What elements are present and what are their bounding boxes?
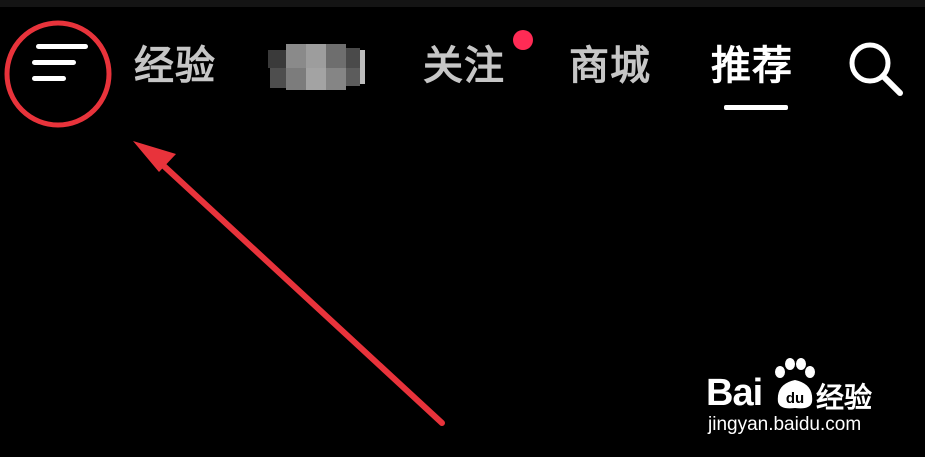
search-button[interactable]: [846, 38, 906, 98]
tab-experience[interactable]: 经验: [134, 40, 216, 92]
status-bar-strip: [0, 0, 925, 7]
notification-dot: [513, 30, 533, 50]
paw-logo-text: du: [786, 390, 804, 407]
baidu-jingyan-watermark: Bai du 经验 jingyan.baidu.com: [706, 358, 916, 438]
search-icon: [849, 42, 903, 96]
tab-recommend[interactable]: 推荐: [711, 40, 793, 92]
menu-button[interactable]: [26, 38, 92, 90]
tab-mall[interactable]: 商城: [569, 40, 651, 92]
active-tab-indicator: [724, 105, 788, 110]
app-screen: 经验 关注 商城 推荐 Bai du 经验 jingyan.baidu.com: [0, 0, 925, 457]
tab-follow[interactable]: 关注: [423, 40, 505, 92]
pointer-arrow: [133, 141, 445, 426]
tab-obscured[interactable]: [268, 44, 366, 90]
watermark-url: jingyan.baidu.com: [708, 414, 862, 435]
paw-logo-icon: du: [775, 358, 815, 409]
watermark-product: 经验: [816, 381, 873, 414]
